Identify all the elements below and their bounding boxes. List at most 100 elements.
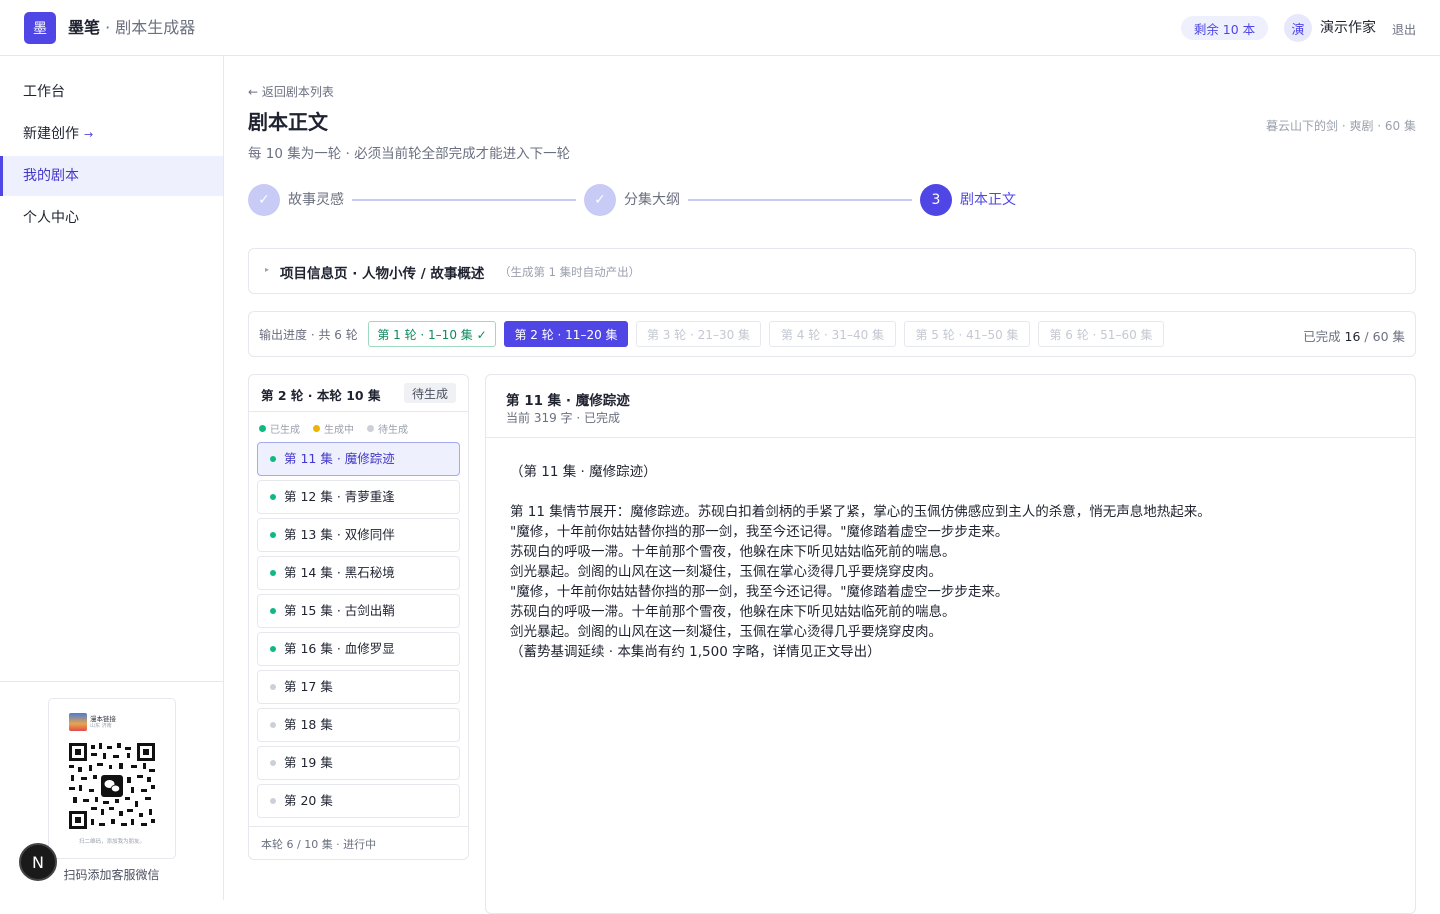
- step-connector: [352, 199, 576, 201]
- episode-label: 第 12 集 · 青萝重逢: [284, 489, 395, 504]
- top-bar: 墨 墨笔 · 剧本生成器 剩余 10 本 演 演示作家 退出: [0, 0, 1440, 56]
- check-icon: ✓: [584, 184, 616, 216]
- divider: [249, 826, 468, 827]
- app-logo[interactable]: 墨: [24, 12, 56, 44]
- script-body[interactable]: （第 11 集 · 魔修踪迹） 第 11 集情节展开：魔修踪迹。苏砚白扣着剑柄的…: [510, 462, 1390, 662]
- script-line: [510, 482, 1390, 502]
- episode-item-20[interactable]: 第 20 集: [257, 784, 460, 818]
- legend-label: 生成中: [324, 425, 354, 436]
- episode-item-17[interactable]: 第 17 集: [257, 670, 460, 704]
- completed-suffix: / 60 集: [1360, 329, 1405, 344]
- script-meta: 暮云山下的剑 · 爽剧 · 60 集: [1266, 119, 1416, 133]
- step-connector: [688, 199, 912, 201]
- status-dot-icon: [270, 494, 276, 500]
- legend-generated: 已生成: [259, 421, 300, 436]
- script-line: 第 11 集情节展开：魔修踪迹。苏砚白扣着剑柄的手紧了紧，掌心的玉佩仿佛感应到主…: [510, 504, 1211, 520]
- script-line: "魔修，十年前你姑姑替你挡的那一剑，我至今还记得。"魔修踏着虚空一步步走来。: [510, 524, 1009, 540]
- episode-item-13[interactable]: 第 13 集 · 双修同伴: [257, 518, 460, 552]
- step-label-outline[interactable]: 分集大纲: [624, 191, 680, 209]
- script-line: 剑光暴起。剑阁的山风在这一刻凝住，玉佩在掌心烫得几乎要烧穿皮肉。: [510, 564, 942, 580]
- status-dot-icon: [259, 425, 266, 432]
- status-dot-icon: [270, 798, 276, 804]
- episode-item-19[interactable]: 第 19 集: [257, 746, 460, 780]
- script-line: 苏砚白的呼吸一滞。十年前那个雪夜，他躲在床下听见姑姑临死前的喘息。: [510, 544, 956, 560]
- completed-number: 16: [1344, 329, 1361, 344]
- sidebar-item-label: 个人中心: [23, 210, 79, 226]
- status-dot-icon: [270, 570, 276, 576]
- project-info-note: （生成第 1 集时自动产出）: [499, 265, 641, 279]
- script-line: 苏砚白的呼吸一滞。十年前那个雪夜，他躲在床下听见姑姑临死前的喘息。: [510, 604, 956, 620]
- check-icon: ✓: [248, 184, 280, 216]
- sidebar-item-new-creation[interactable]: 新建创作 →: [0, 114, 223, 154]
- episode-label: 第 18 集: [284, 717, 333, 732]
- sidebar-item-label: 新建创作: [23, 126, 79, 142]
- round-chip-4[interactable]: 第 4 轮 · 31–40 集: [769, 321, 896, 347]
- episode-item-11[interactable]: 第 11 集 · 魔修踪迹: [257, 442, 460, 476]
- legend-pending: 待生成: [367, 421, 408, 436]
- status-badge: 待生成: [404, 383, 456, 403]
- episode-label: 第 19 集: [284, 755, 333, 770]
- status-dot-icon: [270, 646, 276, 652]
- dev-tools-badge[interactable]: N: [19, 843, 57, 881]
- step-number-badge: 3: [920, 184, 952, 216]
- sidebar: 工作台 新建创作 → 我的剧本 个人中心 漫本链接 山东 济南 扫二维码，添加我…: [0, 56, 224, 900]
- episode-label: 第 13 集 · 双修同伴: [284, 527, 395, 542]
- episode-list-heading: 第 2 轮 · 本轮 10 集: [261, 388, 381, 403]
- episode-label: 第 11 集 · 魔修踪迹: [284, 451, 395, 466]
- sidebar-item-my-scripts[interactable]: 我的剧本: [0, 156, 223, 196]
- brand-name: 墨笔: [68, 18, 101, 37]
- legend-label: 待生成: [378, 425, 408, 436]
- step-label-inspiration[interactable]: 故事灵感: [288, 191, 344, 209]
- arrow-right-icon: →: [84, 128, 94, 141]
- status-dot-icon: [270, 684, 276, 690]
- brand-separator: ·: [100, 18, 116, 37]
- script-line: "魔修，十年前你姑姑替你挡的那一剑，我至今还记得。"魔修踏着虚空一步步走来。: [510, 584, 1009, 600]
- episode-item-15[interactable]: 第 15 集 · 古剑出鞘: [257, 594, 460, 628]
- qr-card-hint: 扫二维码，添加我为朋友。: [78, 839, 145, 845]
- back-to-list-link[interactable]: ← 返回剧本列表: [248, 83, 334, 100]
- brand: 墨笔 · 剧本生成器: [68, 18, 195, 38]
- episode-item-16[interactable]: 第 16 集 · 血修罗显: [257, 632, 460, 666]
- step-label-script[interactable]: 剧本正文: [960, 191, 1016, 209]
- episode-item-12[interactable]: 第 12 集 · 青萝重逢: [257, 480, 460, 514]
- episode-label: 第 17 集: [284, 679, 333, 694]
- round-chip-5[interactable]: 第 5 轮 · 41–50 集: [904, 321, 1030, 347]
- sidebar-item-label: 我的剧本: [23, 168, 79, 184]
- round-chip-2[interactable]: 第 2 轮 · 11–20 集: [504, 321, 628, 347]
- legend-generating: 生成中: [313, 421, 354, 436]
- round-chip-6[interactable]: 第 6 轮 · 51–60 集: [1038, 321, 1164, 347]
- episode-item-18[interactable]: 第 18 集: [257, 708, 460, 742]
- script-line: 剑光暴起。剑阁的山风在这一刻凝住，玉佩在掌心烫得几乎要烧穿皮肉。: [510, 624, 942, 640]
- status-dot-icon: [270, 608, 276, 614]
- brand-product: 剧本生成器: [115, 18, 196, 37]
- episode-label: 第 14 集 · 黑石秘境: [284, 565, 395, 580]
- page-subtitle: 每 10 集为一轮 · 必须当前轮全部完成才能进入下一轮: [248, 146, 571, 162]
- page-title: 剧本正文: [248, 110, 328, 134]
- progress-label: 输出进度 · 共 6 轮: [259, 328, 358, 342]
- round-chip-3[interactable]: 第 3 轮 · 21–30 集: [636, 321, 761, 347]
- caret-right-icon[interactable]: ▸: [265, 265, 269, 274]
- project-info-title[interactable]: 项目信息页 · 人物小传 / 故事概述: [280, 262, 484, 282]
- contact-avatar: [69, 713, 87, 731]
- status-dot-icon: [270, 760, 276, 766]
- wechat-qr-card: 漫本链接 山东 济南 扫二维码，添加我为朋友。: [48, 698, 176, 859]
- episode-item-14[interactable]: 第 14 集 · 黑石秘境: [257, 556, 460, 590]
- qr-code-icon: [69, 743, 155, 829]
- episode-label: 第 16 集 · 血修罗显: [284, 641, 395, 656]
- status-dot-icon: [270, 456, 276, 462]
- avatar[interactable]: 演: [1284, 14, 1312, 42]
- qr-card-subtitle: 山东 济南: [90, 723, 112, 729]
- sidebar-item-profile[interactable]: 个人中心: [0, 198, 223, 238]
- logout-link[interactable]: 退出: [1392, 21, 1416, 38]
- round-chip-1[interactable]: 第 1 轮 · 1–10 集 ✓: [368, 321, 496, 347]
- sidebar-item-workbench[interactable]: 工作台: [0, 72, 223, 112]
- status-dot-icon: [367, 425, 374, 432]
- sidebar-divider: [0, 681, 223, 682]
- episode-word-count: 当前 319 字 · 已完成: [506, 411, 620, 425]
- status-dot-icon: [313, 425, 320, 432]
- completed-prefix: 已完成: [1303, 329, 1345, 344]
- completed-count: 已完成 16 / 60 集: [1260, 326, 1405, 345]
- username[interactable]: 演示作家: [1320, 19, 1376, 37]
- episode-label: 第 20 集: [284, 793, 333, 808]
- script-line: （蓄势基调延续 · 本集尚有约 1,500 字略，详情见正文导出）: [510, 644, 881, 660]
